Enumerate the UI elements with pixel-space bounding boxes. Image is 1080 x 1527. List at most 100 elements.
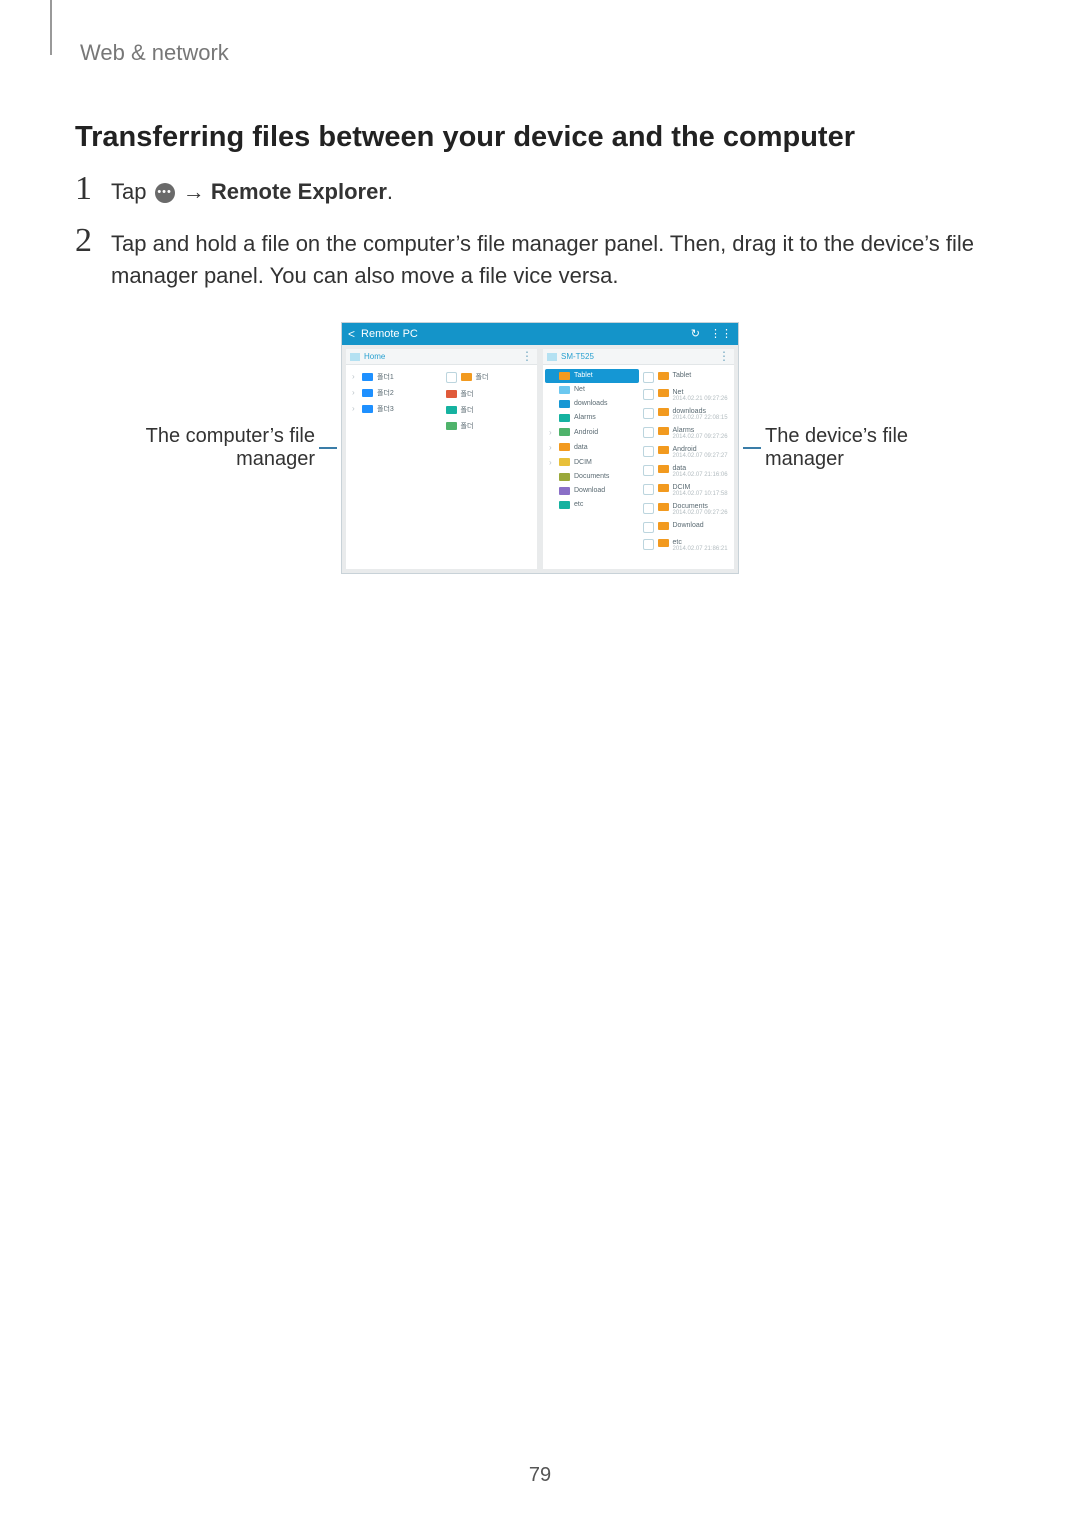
- folder-icon: [658, 539, 669, 547]
- row-label: 폴더: [476, 372, 489, 382]
- row-label: Tablet: [673, 372, 692, 379]
- list-item[interactable]: 폴더: [442, 402, 536, 418]
- panel-title: Home: [364, 352, 385, 361]
- list-item[interactable]: 폴더: [442, 386, 536, 402]
- folder-icon: [446, 406, 457, 414]
- list-item[interactable]: data2014.02.07 21:16:06: [639, 462, 733, 481]
- folder-icon: [362, 389, 373, 397]
- panel-col-right: Tablet Net2014.02.21 09:27:26 downloads2…: [639, 369, 733, 555]
- row-label: Tablet: [574, 372, 593, 379]
- list-item[interactable]: Android2014.02.07 09:27:27: [639, 443, 733, 462]
- caret-icon: ›: [352, 404, 358, 413]
- folder-icon: [559, 443, 570, 451]
- row-label: 폴더3: [377, 404, 394, 414]
- list-item[interactable]: Tablet: [639, 369, 733, 386]
- list-item[interactable]: › DCIM: [545, 455, 639, 470]
- row-sub: 2014.02.07 09:27:26: [673, 510, 728, 516]
- refresh-icon[interactable]: ↻: [691, 327, 700, 340]
- folder-icon: [559, 458, 570, 466]
- list-item[interactable]: Net2014.02.21 09:27:26: [639, 386, 733, 405]
- folder-icon: [559, 372, 570, 380]
- callout-text-line: manager: [236, 448, 315, 470]
- row-sub: 2014.02.07 09:27:27: [673, 453, 728, 459]
- list-item[interactable]: ›data: [545, 440, 639, 455]
- callout-left: The computer’s file manager: [115, 425, 315, 471]
- section-title: Transferring files between your device a…: [75, 121, 1005, 154]
- row-label: Documents: [673, 503, 708, 510]
- list-item[interactable]: ›폴더2: [348, 385, 442, 401]
- caret-icon: ›: [352, 388, 358, 397]
- list-item[interactable]: Documents: [545, 470, 639, 484]
- list-item[interactable]: etc: [545, 498, 639, 512]
- step-body: Tap and hold a file on the computer’s fi…: [111, 228, 1005, 292]
- list-item[interactable]: Documents2014.02.07 09:27:26: [639, 500, 733, 519]
- list-item[interactable]: Alarms: [545, 411, 639, 425]
- row-label: Net: [574, 386, 585, 393]
- menu-icon[interactable]: ⋮: [521, 352, 533, 360]
- checkbox[interactable]: [446, 372, 457, 383]
- folder-icon: [559, 400, 570, 408]
- list-item[interactable]: Net: [545, 383, 639, 397]
- checkbox[interactable]: [643, 427, 654, 438]
- folder-icon: [559, 487, 570, 495]
- figure: The computer’s file manager < Remote PC …: [75, 322, 1005, 574]
- page: Web & network Transferring files between…: [0, 0, 1080, 1527]
- checkbox[interactable]: [643, 503, 654, 514]
- checkbox[interactable]: [643, 484, 654, 495]
- folder-icon: [446, 422, 457, 430]
- list-item[interactable]: ›Android: [545, 425, 639, 440]
- list-item[interactable]: 폴더: [442, 418, 536, 434]
- row-label: DCIM: [574, 459, 592, 466]
- checkbox[interactable]: [643, 539, 654, 550]
- row-label: Android: [574, 429, 598, 436]
- menu-icon[interactable]: ⋮: [718, 352, 730, 360]
- folder-icon: [658, 522, 669, 530]
- callout-text-line: manager: [765, 448, 844, 470]
- row-label: Net: [673, 389, 684, 396]
- list-item[interactable]: Alarms2014.02.07 09:27:26: [639, 424, 733, 443]
- list-item[interactable]: Download: [545, 484, 639, 498]
- row-label: downloads: [574, 400, 607, 407]
- panel-header: SM-T525 ⋮: [543, 349, 734, 365]
- list-item[interactable]: DCIM2014.02.07 10:17:58: [639, 481, 733, 500]
- row-label: Documents: [574, 473, 609, 480]
- panel-col-right: 폴더 폴더 폴더 폴더: [442, 369, 536, 434]
- row-label: Android: [673, 446, 697, 453]
- list-item[interactable]: › 폴더3: [348, 401, 442, 417]
- panel-title: SM-T525: [561, 352, 594, 361]
- list-item[interactable]: etc2014.02.07 21:86:21: [639, 536, 733, 555]
- folder-icon: [362, 405, 373, 413]
- folder-icon: [559, 473, 570, 481]
- grid-icon[interactable]: ⋮⋮: [710, 327, 732, 340]
- checkbox[interactable]: [643, 389, 654, 400]
- step-2: 2 Tap and hold a file on the computer’s …: [75, 228, 1005, 292]
- page-number: 79: [0, 1464, 1080, 1487]
- checkbox[interactable]: [643, 372, 654, 383]
- callout-text-line: The device’s file: [765, 425, 908, 447]
- row-label: 폴더: [461, 389, 474, 399]
- list-item[interactable]: ›폴더1: [348, 369, 442, 385]
- callout-line: [743, 447, 761, 449]
- list-item[interactable]: downloads: [545, 397, 639, 411]
- row-sub: 2014.02.21 09:27:26: [673, 396, 728, 402]
- back-icon[interactable]: <: [348, 327, 355, 341]
- checkbox[interactable]: [643, 465, 654, 476]
- list-item[interactable]: Tablet: [545, 369, 639, 383]
- list-item[interactable]: Download: [639, 519, 733, 536]
- row-label: data: [574, 444, 588, 451]
- panel-body: Tablet Net downloads Alarms ›Android ›da…: [543, 365, 734, 559]
- checkbox[interactable]: [643, 446, 654, 457]
- folder-icon: [559, 428, 570, 436]
- screenshot-body: Home ⋮ ›폴더1 ›폴더2 › 폴더3 폴더 폴더 폴더: [342, 345, 738, 573]
- row-label: Download: [574, 487, 605, 494]
- list-item[interactable]: downloads2014.02.07 22:08:15: [639, 405, 733, 424]
- arrow-text: →: [183, 179, 211, 204]
- more-icon: •••: [155, 183, 175, 203]
- checkbox[interactable]: [643, 408, 654, 419]
- list-item[interactable]: 폴더: [442, 369, 536, 386]
- header-rule: [50, 0, 52, 55]
- caret-icon: ›: [352, 372, 358, 381]
- caret-icon: ›: [549, 458, 555, 467]
- row-sub: 2014.02.07 10:17:58: [673, 491, 728, 497]
- checkbox[interactable]: [643, 522, 654, 533]
